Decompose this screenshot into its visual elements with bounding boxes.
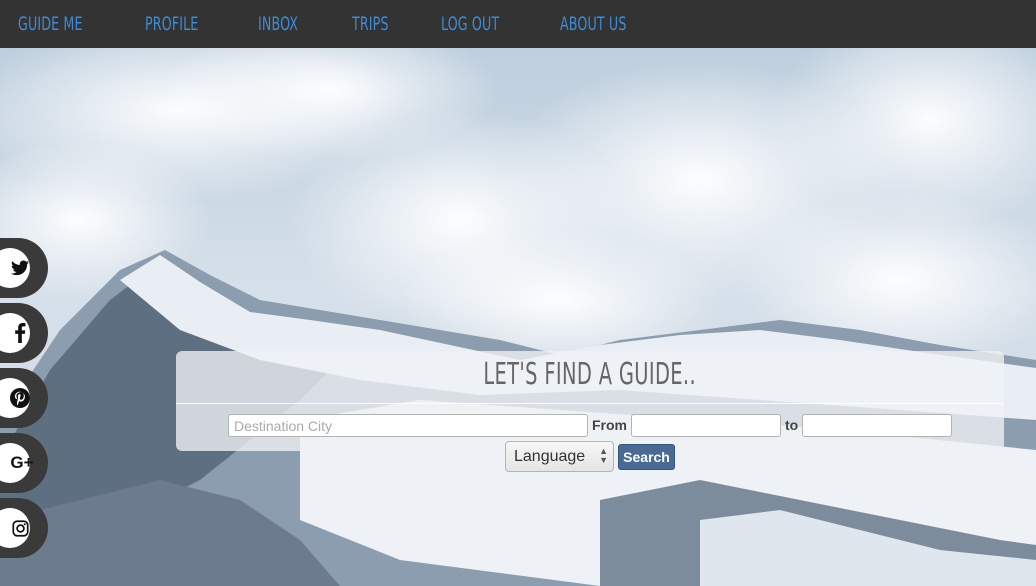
nav-trips[interactable]: TRIPS xyxy=(352,13,389,35)
mountain-background xyxy=(0,0,1036,586)
facebook-button[interactable] xyxy=(0,303,48,363)
search-button[interactable]: Search xyxy=(618,444,675,470)
instagram-icon xyxy=(0,498,40,558)
facebook-icon xyxy=(0,303,40,363)
instagram-button[interactable] xyxy=(0,498,48,558)
search-row: From to xyxy=(176,413,1004,441)
google-plus-button[interactable]: G+ xyxy=(0,433,48,493)
nav-about-us[interactable]: ABOUT US xyxy=(560,13,627,35)
social-sidebar: G+ xyxy=(0,238,48,563)
twitter-icon xyxy=(0,238,40,298)
nav-inbox[interactable]: INBOX xyxy=(258,13,298,35)
from-date-input[interactable] xyxy=(631,414,781,437)
search-title: LET'S FIND A GUIDE.. xyxy=(483,357,697,392)
nav-guide-me[interactable]: GUIDE ME xyxy=(18,13,83,35)
panel-divider xyxy=(176,403,1004,404)
nav-profile[interactable]: PROFILE xyxy=(145,13,198,35)
language-select-value: Language xyxy=(514,448,586,465)
from-label: From xyxy=(592,417,627,433)
select-arrows-icon: ▲ ▼ xyxy=(599,446,608,465)
to-date-input[interactable] xyxy=(802,414,952,437)
nav-log-out[interactable]: LOG OUT xyxy=(441,13,499,35)
top-navigation: GUIDE ME PROFILE INBOX TRIPS LOG OUT ABO… xyxy=(0,0,1036,48)
pinterest-button[interactable] xyxy=(0,368,48,428)
twitter-button[interactable] xyxy=(0,238,48,298)
search-panel: LET'S FIND A GUIDE.. From to xyxy=(176,351,1004,451)
panel-title-wrap: LET'S FIND A GUIDE.. xyxy=(176,357,1004,392)
google-plus-icon: G+ xyxy=(10,453,34,472)
language-select[interactable]: Language ▲ ▼ xyxy=(505,441,614,472)
destination-city-input[interactable] xyxy=(228,414,588,437)
to-label: to xyxy=(785,417,799,433)
pinterest-icon xyxy=(0,368,40,428)
